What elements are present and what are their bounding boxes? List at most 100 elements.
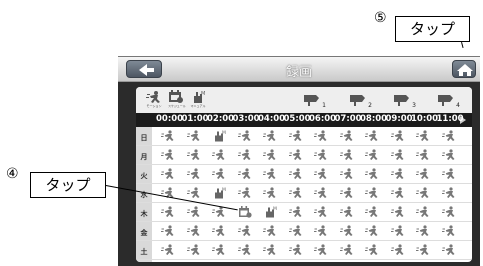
schedule-cell-motion[interactable] [439, 149, 459, 163]
schedule-cell-motion[interactable] [235, 130, 255, 144]
schedule-cell-motion[interactable] [260, 168, 280, 182]
schedule-cell-motion[interactable] [235, 187, 255, 201]
schedule-cell-motion[interactable] [158, 244, 178, 258]
schedule-cell-motion[interactable] [362, 168, 382, 182]
schedule-cell-motion[interactable] [184, 244, 204, 258]
schedule-cell-motion[interactable] [337, 187, 357, 201]
schedule-cell-motion[interactable] [439, 244, 459, 258]
home-button[interactable] [452, 60, 476, 78]
schedule-cell-motion[interactable] [184, 130, 204, 144]
schedule-cell-motion[interactable] [413, 149, 433, 163]
schedule-cell-motion[interactable] [260, 187, 280, 201]
schedule-cell-motion[interactable] [413, 130, 433, 144]
schedule-cell-motion[interactable] [388, 225, 408, 239]
schedule-cell-motion[interactable] [439, 225, 459, 239]
motion-icon [263, 244, 276, 255]
schedule-cell-motion[interactable] [413, 244, 433, 258]
schedule-cell-schedule[interactable] [235, 206, 255, 220]
schedule-cell-motion[interactable] [184, 149, 204, 163]
schedule-cell-motion[interactable] [388, 168, 408, 182]
schedule-cell-motion[interactable] [311, 225, 331, 239]
schedule-cell-motion[interactable] [362, 206, 382, 220]
schedule-cell-motion[interactable] [235, 225, 255, 239]
camera-4-icon: 4 [436, 91, 460, 109]
schedule-cell-motion[interactable] [388, 130, 408, 144]
schedule-cell-motion[interactable] [209, 225, 229, 239]
schedule-cell-motion[interactable] [286, 149, 306, 163]
schedule-cell-motion[interactable] [311, 187, 331, 201]
schedule-cell-motion[interactable] [362, 149, 382, 163]
schedule-cell-manual[interactable]: M [260, 206, 280, 220]
schedule-cell-motion[interactable] [158, 168, 178, 182]
schedule-cell-manual[interactable]: M [209, 130, 229, 144]
schedule-cell-motion[interactable] [439, 206, 459, 220]
hour-label: 00:00 [156, 114, 184, 124]
schedule-cell-motion[interactable] [311, 168, 331, 182]
schedule-cell-motion[interactable] [260, 130, 280, 144]
schedule-cell-motion[interactable] [337, 149, 357, 163]
motion-caption: モーション [146, 104, 162, 108]
schedule-cell-motion[interactable] [286, 225, 306, 239]
schedule-cell-motion[interactable] [311, 130, 331, 144]
schedule-cell-motion[interactable] [413, 206, 433, 220]
schedule-icon[interactable]: スケジュール [168, 90, 186, 110]
schedule-cell-motion[interactable] [184, 206, 204, 220]
schedule-cell-motion[interactable] [337, 130, 357, 144]
motion-icon [161, 206, 174, 217]
schedule-cell-motion[interactable] [286, 168, 306, 182]
schedule-cell-motion[interactable] [439, 168, 459, 182]
schedule-cell-motion[interactable] [388, 149, 408, 163]
schedule-cell-motion[interactable] [388, 244, 408, 258]
hour-label: 11:00 [436, 114, 464, 124]
schedule-cell-motion[interactable] [260, 244, 280, 258]
schedule-cell-motion[interactable] [388, 187, 408, 201]
schedule-cell-motion[interactable] [209, 149, 229, 163]
schedule-cell-motion[interactable] [362, 244, 382, 258]
schedule-cell-motion[interactable] [337, 168, 357, 182]
hour-label: 04:00 [258, 114, 286, 124]
schedule-cell-motion[interactable] [439, 187, 459, 201]
day-label: 金 [140, 229, 148, 237]
schedule-cell-motion[interactable] [413, 187, 433, 201]
svg-text:M: M [273, 206, 277, 212]
schedule-cell-motion[interactable] [362, 187, 382, 201]
schedule-cell-motion[interactable] [286, 244, 306, 258]
schedule-cell-motion[interactable] [362, 130, 382, 144]
motion-icon [365, 149, 378, 160]
row-divider [136, 259, 472, 260]
schedule-cell-motion[interactable] [337, 244, 357, 258]
schedule-cell-motion[interactable] [311, 149, 331, 163]
schedule-cell-motion[interactable] [235, 244, 255, 258]
schedule-cell-motion[interactable] [337, 225, 357, 239]
schedule-cell-motion[interactable] [209, 244, 229, 258]
schedule-cell-motion[interactable] [158, 149, 178, 163]
schedule-cell-motion[interactable] [158, 130, 178, 144]
schedule-cell-motion[interactable] [184, 187, 204, 201]
schedule-cell-motion[interactable] [413, 225, 433, 239]
schedule-cell-motion[interactable] [235, 149, 255, 163]
schedule-cell-motion[interactable] [184, 225, 204, 239]
schedule-cell-motion[interactable] [184, 168, 204, 182]
motion-icon[interactable]: モーション [146, 90, 162, 110]
schedule-cell-motion[interactable] [260, 149, 280, 163]
schedule-cell-motion[interactable] [337, 206, 357, 220]
schedule-cell-motion[interactable] [311, 244, 331, 258]
schedule-cell-motion[interactable] [260, 225, 280, 239]
schedule-cell-motion[interactable] [286, 130, 306, 144]
schedule-cell-motion[interactable] [158, 225, 178, 239]
motion-icon [186, 149, 199, 160]
schedule-cell-motion[interactable] [311, 206, 331, 220]
schedule-cell-motion[interactable] [286, 206, 306, 220]
schedule-cell-motion[interactable] [235, 168, 255, 182]
schedule-cell-motion[interactable] [362, 225, 382, 239]
schedule-cell-motion[interactable] [388, 206, 408, 220]
schedule-cell-motion[interactable] [413, 168, 433, 182]
schedule-cell-manual[interactable]: M [209, 187, 229, 201]
motion-icon [390, 225, 403, 236]
schedule-cell-motion[interactable] [158, 206, 178, 220]
motion-icon [441, 187, 454, 198]
schedule-cell-motion[interactable] [439, 130, 459, 144]
manual-icon[interactable]: M マニュアル [190, 90, 206, 110]
schedule-cell-motion[interactable] [286, 187, 306, 201]
schedule-cell-motion[interactable] [209, 168, 229, 182]
